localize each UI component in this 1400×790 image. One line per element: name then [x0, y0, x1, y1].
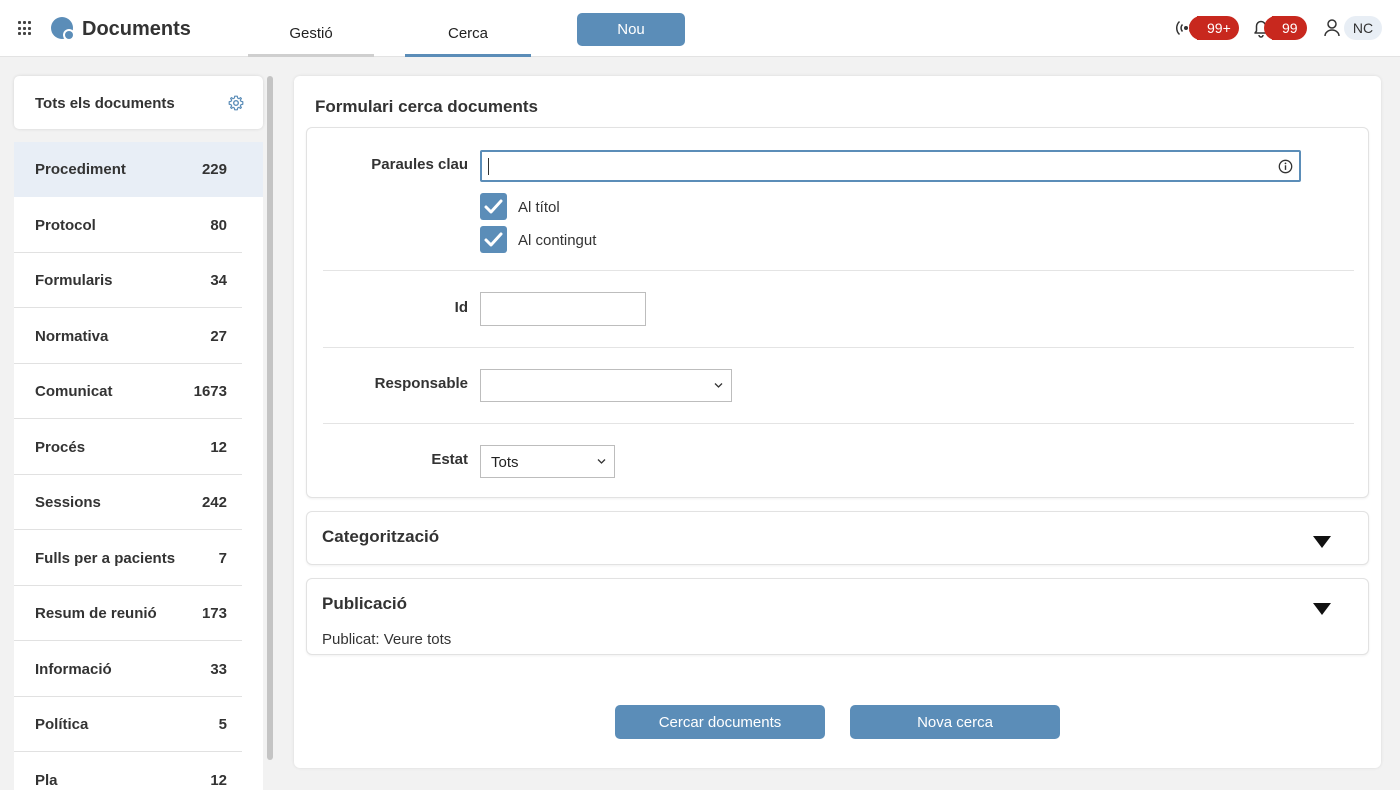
sidebar-item-count: 173 [201, 605, 227, 622]
tab-gestio-underline [248, 54, 374, 57]
sidebar-item-procediment[interactable]: Procediment 229 [14, 142, 263, 197]
new-document-button[interactable]: Nou [577, 13, 685, 46]
notifications-badge: 99 [1264, 16, 1307, 40]
sidebar-item-label: Formularis [35, 272, 113, 289]
sidebar-item-comunicat[interactable]: Comunicat 1673 [14, 364, 263, 419]
sidebar-item-informacio[interactable]: Informació 33 [14, 642, 263, 697]
status-value: Tots [491, 454, 519, 471]
sidebar-divider [14, 640, 242, 641]
user-initials: NC [1344, 16, 1382, 40]
in-title-label: Al títol [518, 199, 560, 216]
sidebar-item-label: Procés [35, 439, 86, 456]
new-search-button[interactable]: Nova cerca [850, 705, 1060, 739]
categorization-title: Categorització [322, 527, 440, 546]
sidebar-item-formularis[interactable]: Formularis 34 [14, 253, 263, 308]
keywords-input[interactable] [480, 150, 1301, 182]
sidebar-item-count: 27 [210, 328, 227, 345]
checkmark-icon [484, 232, 503, 247]
text-caret [488, 158, 489, 175]
publication-title: Publicació [322, 594, 408, 613]
sidebar-item-count: 12 [210, 772, 227, 789]
top-header: Documents Gestió Cerca Nou 99+ 99 NC [0, 0, 1400, 57]
keywords-label: Paraules clau [371, 156, 468, 173]
form-divider [323, 423, 1354, 424]
sidebar-scrollbar[interactable] [267, 76, 273, 760]
sidebar-item-resum-reunio[interactable]: Resum de reunió 173 [14, 586, 263, 641]
sidebar-item-fulls-pacients[interactable]: Fulls per a pacients 7 [14, 531, 263, 586]
sidebar-item-pla[interactable]: Pla 12 [14, 753, 263, 790]
broadcast-notifications[interactable]: 99+ [1175, 15, 1239, 41]
sidebar-item-label: Resum de reunió [35, 605, 157, 622]
sidebar-divider [14, 529, 242, 530]
sidebar-item-label: Fulls per a pacients [35, 550, 176, 567]
search-form-card: Formulari cerca documents Paraules clau … [294, 76, 1381, 768]
apps-grid-icon[interactable] [18, 21, 33, 36]
form-divider [323, 270, 1354, 271]
expand-triangle-icon[interactable] [1313, 603, 1331, 615]
sidebar-header: Tots els documents [14, 76, 263, 129]
sidebar-category-list: Procediment 229 Protocol 80 Formularis 3… [14, 142, 263, 790]
categorization-panel[interactable]: Categorització [306, 511, 1369, 565]
in-content-checkbox[interactable] [480, 226, 507, 253]
sidebar-item-label: Sessions [35, 494, 101, 511]
sidebar-divider [14, 418, 242, 419]
in-title-checkbox[interactable] [480, 193, 507, 220]
sidebar-item-count: 7 [218, 550, 227, 567]
publication-panel[interactable]: Publicació Publicat: Veure tots [306, 578, 1369, 655]
page-title: Formulari cerca documents [315, 97, 538, 116]
sidebar-item-count: 12 [210, 439, 227, 456]
sidebar-item-sessions[interactable]: Sessions 242 [14, 475, 263, 530]
tab-cerca-label: Cerca [447, 25, 488, 42]
sidebar-item-count: 1673 [193, 383, 227, 400]
search-fields-panel: Paraules clau Al títol Al contingut Id R… [306, 127, 1369, 498]
chevron-down-icon [714, 383, 723, 388]
sidebar-divider [14, 751, 242, 752]
sidebar-item-politica[interactable]: Política 5 [14, 697, 263, 752]
search-documents-button[interactable]: Cercar documents [615, 705, 825, 739]
user-menu[interactable]: NC [1322, 15, 1384, 41]
id-label: Id [454, 299, 468, 316]
sidebar-item-count: 229 [201, 161, 227, 178]
sidebar-item-count: 80 [210, 217, 227, 234]
checkmark-icon [484, 199, 503, 214]
sidebar-item-label: Comunicat [35, 383, 113, 400]
responsible-label: Responsable [374, 375, 468, 392]
form-divider [323, 347, 1354, 348]
sidebar-item-normativa[interactable]: Normativa 27 [14, 309, 263, 364]
user-icon [1324, 19, 1340, 37]
sidebar-item-count: 33 [210, 661, 227, 678]
sidebar-item-proces[interactable]: Procés 12 [14, 420, 263, 475]
sidebar-item-label: Informació [35, 661, 112, 678]
broadcast-badge: 99+ [1189, 16, 1239, 40]
sidebar-item-label: Pla [35, 772, 58, 789]
sidebar-item-label: Política [35, 716, 89, 733]
documents-logo-icon [51, 17, 75, 41]
responsible-select[interactable] [480, 369, 732, 402]
in-content-label: Al contingut [518, 232, 597, 249]
tab-gestio-label: Gestió [289, 25, 333, 42]
sidebar-item-count: 242 [201, 494, 227, 511]
id-input[interactable] [480, 292, 646, 326]
tab-cerca-underline [405, 54, 531, 57]
sidebar-item-count: 5 [218, 716, 227, 733]
app-title: Documents [82, 18, 191, 40]
expand-triangle-icon[interactable] [1313, 536, 1331, 548]
notifications[interactable]: 99 [1250, 15, 1310, 41]
sidebar-divider [14, 307, 242, 308]
sidebar-item-protocol[interactable]: Protocol 80 [14, 198, 263, 253]
gear-icon[interactable] [228, 95, 244, 111]
sidebar-title: Tots els documents [35, 95, 175, 112]
sidebar-item-count: 34 [210, 272, 227, 289]
sidebar-item-label: Protocol [35, 217, 96, 234]
sidebar-item-label: Normativa [35, 328, 109, 345]
chevron-down-icon [597, 459, 606, 464]
tab-cerca[interactable]: Cerca [405, 0, 531, 57]
publication-summary: Publicat: Veure tots [322, 631, 452, 648]
sidebar-item-label: Procediment [35, 161, 126, 178]
info-icon[interactable] [1278, 159, 1293, 174]
status-select[interactable]: Tots [480, 445, 615, 478]
status-label: Estat [431, 451, 468, 468]
tab-gestio[interactable]: Gestió [248, 0, 374, 57]
